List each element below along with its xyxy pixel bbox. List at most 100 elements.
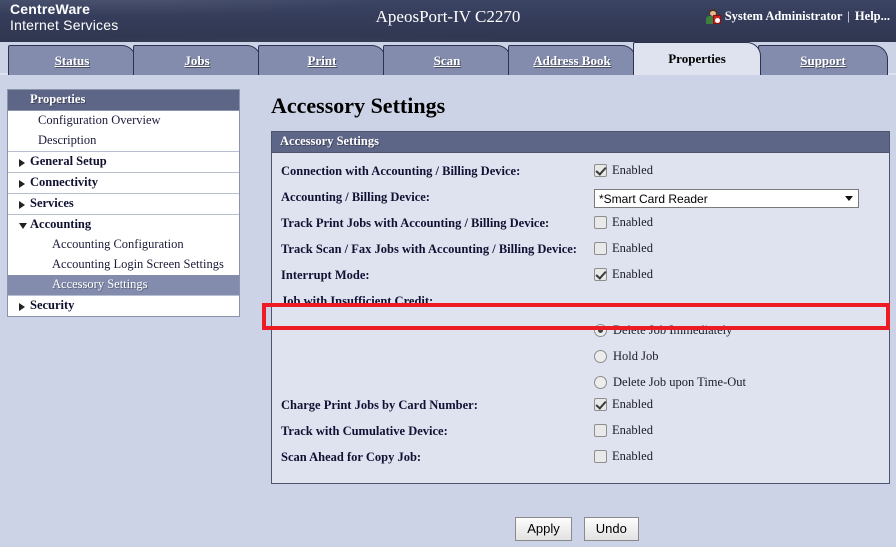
interrupt-mode-checkbox[interactable]: Enabled [594, 267, 653, 282]
sidebar-item-label: Connectivity [30, 175, 99, 189]
page-body: Properties Configuration Overview Descri… [0, 75, 896, 547]
sidebar-item-description[interactable]: Description [8, 131, 239, 151]
row-connection-with-device: Connection with Accounting / Billing Dev… [272, 161, 889, 187]
main-tab-bar: Status Jobs Print Scan Address Book Prop… [0, 42, 896, 75]
tab-jobs[interactable]: Jobs [133, 45, 261, 75]
sidebar-item-label: Accounting Login Screen Settings [52, 257, 224, 271]
row-scan-ahead-for-copy-job: Scan Ahead for Copy Job: Enabled [272, 447, 889, 473]
row-charge-print-jobs-by-card-number: Charge Print Jobs by Card Number: Enable… [272, 395, 889, 421]
radio-option-delete-job-immediately-row: Delete Job Immediately [272, 317, 889, 343]
sidebar-item-label: Accounting Configuration [52, 237, 184, 251]
sidebar-navigation: Properties Configuration Overview Descri… [7, 89, 240, 317]
track-with-cumulative-device-checkbox[interactable]: Enabled [594, 423, 653, 438]
sidebar-item-general-setup[interactable]: General Setup [8, 151, 239, 172]
checkbox-label: Enabled [612, 397, 653, 411]
sidebar-item-connectivity[interactable]: Connectivity [8, 172, 239, 193]
row-track-scan-fax-jobs: Track Scan / Fax Jobs with Accounting / … [272, 239, 889, 265]
row-label: Track Print Jobs with Accounting / Billi… [281, 216, 550, 230]
sidebar-item-security[interactable]: Security [8, 295, 239, 316]
checkbox-box [594, 164, 607, 177]
tab-status[interactable]: Status [8, 45, 136, 75]
undo-button[interactable]: Undo [583, 517, 639, 541]
radio-option-hold-job-row: Hold Job [272, 343, 889, 369]
sidebar-item-label: Accounting [30, 217, 92, 231]
row-label: Track Scan / Fax Jobs with Accounting / … [281, 242, 577, 256]
radio-button [594, 323, 607, 337]
checkbox-box [594, 398, 607, 411]
radio-delete-job-immediately[interactable]: Delete Job Immediately [594, 323, 732, 338]
help-link[interactable]: Help... [855, 9, 890, 24]
tab-print[interactable]: Print [258, 45, 386, 75]
connection-enabled-checkbox[interactable]: Enabled [594, 163, 653, 178]
sidebar-item-configuration-overview[interactable]: Configuration Overview [8, 111, 239, 131]
sidebar-item-label: Accessory Settings [52, 277, 148, 291]
chevron-down-icon [845, 196, 853, 201]
select-value: *Smart Card Reader [599, 191, 708, 206]
checkbox-label: Enabled [612, 267, 653, 281]
row-track-print-jobs: Track Print Jobs with Accounting / Billi… [272, 213, 889, 239]
sidebar-item-label: Security [30, 298, 75, 312]
sidebar-item-label: General Setup [30, 154, 107, 168]
row-label: Job with Insufficient Credit: [281, 294, 434, 308]
track-scan-fax-jobs-checkbox[interactable]: Enabled [594, 241, 653, 256]
accessory-settings-panel: Accessory Settings Connection with Accou… [271, 131, 890, 484]
row-interrupt-mode: Interrupt Mode: Enabled [272, 265, 889, 291]
radio-option-delete-job-upon-timeout-row: Delete Job upon Time-Out [272, 369, 889, 395]
checkbox-box [594, 242, 607, 255]
sidebar-item-accounting[interactable]: Accounting [8, 214, 239, 235]
radio-button [594, 349, 607, 363]
checkbox-label: Enabled [612, 163, 653, 177]
row-label: Accounting / Billing Device: [281, 190, 430, 204]
user-separator: | [847, 9, 850, 23]
sidebar-title: Properties [8, 90, 239, 111]
user-avatar-icon [705, 9, 721, 24]
radio-label: Delete Job Immediately [613, 322, 733, 337]
chevron-down-icon [19, 223, 27, 229]
tab-support[interactable]: Support [758, 45, 888, 75]
user-info-bar: System Administrator | Help... [705, 9, 890, 24]
tab-scan[interactable]: Scan [383, 45, 511, 75]
checkbox-label: Enabled [612, 215, 653, 229]
chevron-right-icon [19, 201, 25, 209]
sidebar-item-accessory-settings[interactable]: Accessory Settings [8, 275, 239, 295]
tab-address-book[interactable]: Address Book [508, 45, 636, 75]
row-accounting-billing-device: Accounting / Billing Device: *Smart Card… [272, 187, 889, 213]
main-content: Accessory Settings Accessory Settings Co… [258, 75, 896, 547]
sidebar-item-label: Configuration Overview [38, 113, 161, 127]
checkbox-box [594, 424, 607, 437]
radio-delete-job-upon-time-out[interactable]: Delete Job upon Time-Out [594, 375, 746, 390]
page-title: Accessory Settings [271, 93, 446, 118]
tab-properties[interactable]: Properties [633, 42, 761, 75]
chevron-right-icon [19, 303, 25, 311]
radio-hold-job[interactable]: Hold Job [594, 349, 659, 364]
scan-ahead-for-copy-job-checkbox[interactable]: Enabled [594, 449, 653, 464]
accounting-billing-device-select[interactable]: *Smart Card Reader [594, 189, 859, 208]
settings-form: Connection with Accounting / Billing Dev… [272, 153, 889, 483]
chevron-right-icon [19, 159, 25, 167]
sidebar-item-label: Services [30, 196, 74, 210]
row-label: Connection with Accounting / Billing Dev… [281, 164, 521, 178]
radio-label: Hold Job [613, 348, 659, 363]
apply-button[interactable]: Apply [515, 517, 572, 541]
row-label: Scan Ahead for Copy Job: [281, 450, 422, 464]
tab-strip: Status Jobs Print Scan Address Book Prop… [0, 42, 896, 75]
sidebar-item-accounting-configuration[interactable]: Accounting Configuration [8, 235, 239, 255]
radio-button [594, 375, 607, 389]
checkbox-label: Enabled [612, 423, 653, 437]
sidebar-item-accounting-login-screen-settings[interactable]: Accounting Login Screen Settings [8, 255, 239, 275]
form-action-buttons: Apply Undo [258, 517, 896, 541]
user-name-label: System Administrator [724, 9, 843, 23]
row-job-with-insufficient-credit: Job with Insufficient Credit: [272, 291, 889, 317]
checkbox-label: Enabled [612, 449, 653, 463]
checkbox-box [594, 268, 607, 281]
sidebar-item-services[interactable]: Services [8, 193, 239, 214]
checkbox-box [594, 216, 607, 229]
charge-print-jobs-by-card-number-checkbox[interactable]: Enabled [594, 397, 653, 412]
track-print-jobs-checkbox[interactable]: Enabled [594, 215, 653, 230]
row-track-with-cumulative-device: Track with Cumulative Device: Enabled [272, 421, 889, 447]
row-label: Interrupt Mode: [281, 268, 370, 282]
row-label: Track with Cumulative Device: [281, 424, 448, 438]
sidebar-item-label: Description [38, 133, 97, 147]
chevron-right-icon [19, 180, 25, 188]
checkbox-label: Enabled [612, 241, 653, 255]
